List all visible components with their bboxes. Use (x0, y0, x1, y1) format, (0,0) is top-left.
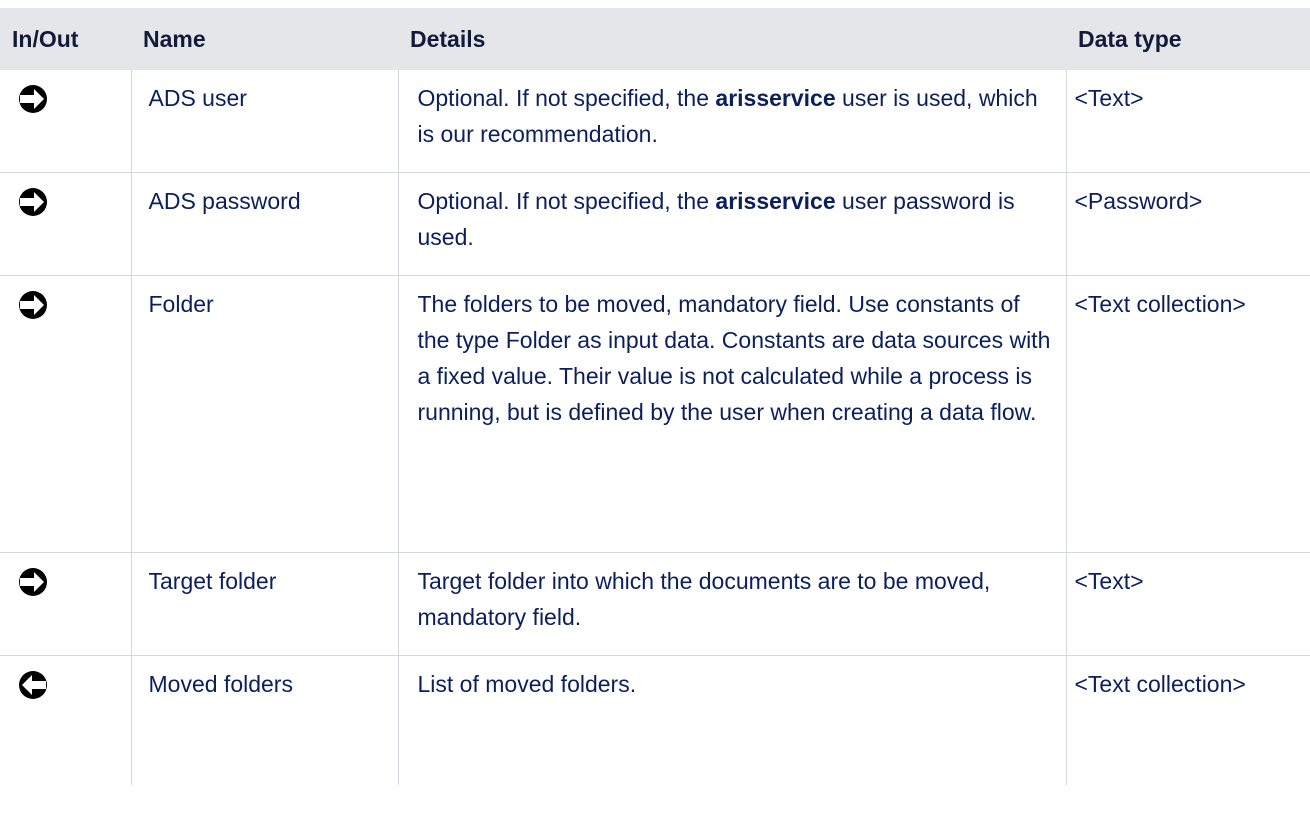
name-cell: ADS user (130, 70, 398, 173)
table-body: ADS user Optional. If not specified, the… (0, 70, 1310, 785)
table-row: ADS password Optional. If not specified,… (0, 172, 1310, 276)
parameter-table-container: In/Out Name Details Data type ADS user O… (0, 8, 1310, 785)
table-row: Target folder Target folder into which t… (0, 552, 1310, 656)
direction-cell (0, 172, 131, 276)
details-cell: Optional. If not specified, the arisserv… (397, 70, 1066, 173)
input-arrow-icon (19, 567, 47, 596)
table-row: Moved folders List of moved folders. <Te… (0, 655, 1310, 785)
data-type-cell: <Text collection> (1065, 275, 1310, 553)
data-type-cell: <Text collection> (1065, 655, 1310, 785)
name-cell: Target folder (130, 552, 398, 656)
input-arrow-icon (19, 85, 47, 113)
details-cell: List of moved folders. (397, 655, 1066, 785)
details-bold-text: arisservice (715, 85, 836, 111)
table-header-row: In/Out Name Details Data type (0, 8, 1310, 70)
details-bold-text: arisservice (715, 187, 836, 214)
details-text: Optional. If not specified, the (417, 187, 716, 214)
direction-cell (0, 552, 131, 656)
input-arrow-icon (19, 290, 47, 319)
details-cell: Target folder into which the documents a… (397, 552, 1066, 656)
header-data-type: Data type (1066, 8, 1310, 70)
direction-cell (0, 275, 131, 553)
data-type-cell: <Text> (1065, 70, 1310, 173)
name-cell: Moved folders (130, 655, 398, 785)
header-name: Name (131, 8, 398, 70)
table-header: In/Out Name Details Data type (0, 8, 1310, 70)
header-details: Details (398, 8, 1066, 70)
direction-cell (0, 655, 131, 785)
details-cell: The folders to be moved, mandatory field… (397, 275, 1066, 553)
output-arrow-icon (19, 670, 47, 699)
input-arrow-icon (19, 187, 47, 216)
table-row: Folder The folders to be moved, mandator… (0, 275, 1310, 553)
details-text: Optional. If not specified, the (417, 85, 716, 111)
name-cell: ADS password (130, 172, 398, 276)
details-cell: Optional. If not specified, the arisserv… (397, 172, 1066, 276)
parameter-table: In/Out Name Details Data type ADS user O… (0, 8, 1310, 785)
header-in-out: In/Out (0, 8, 131, 70)
direction-cell (0, 70, 131, 173)
table-row: ADS user Optional. If not specified, the… (0, 70, 1310, 173)
data-type-cell: <Text> (1065, 552, 1310, 656)
data-type-cell: <Password> (1065, 172, 1310, 276)
name-cell: Folder (130, 275, 398, 553)
